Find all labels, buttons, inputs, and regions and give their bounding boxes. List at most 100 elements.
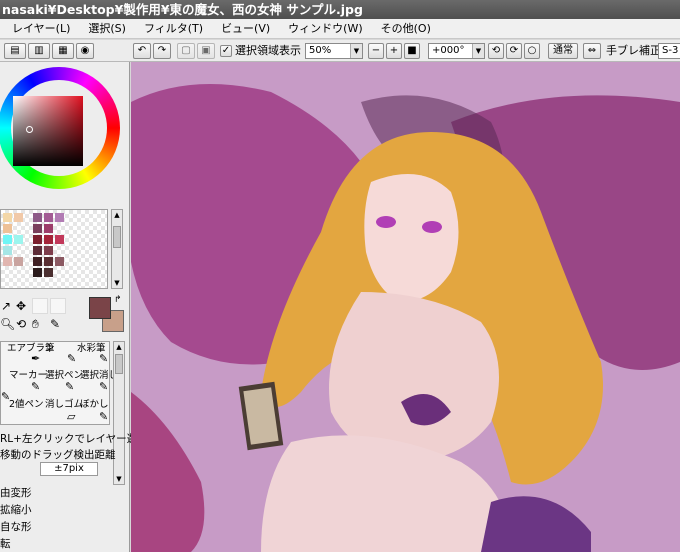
drag-distance-field[interactable]: ±7pix [40,462,98,476]
layout-icon: ▥ [34,45,44,56]
tool-brush[interactable]: 筆 [45,343,55,354]
select-tool-icon[interactable]: ↗ [1,299,11,313]
brush-tool-grid: エアブラシ 筆 水彩筆 ✒ ✎ ✎ マーカー 選択ペン 選択消し ✎ ✎ ✎ 2… [0,341,118,425]
flip-button[interactable]: ⇔ [583,43,601,59]
color-swatch[interactable] [14,213,23,222]
drag-distance-label: 移動のドラッグ検出距離 [0,449,116,461]
undo-icon: ↶ [137,45,147,56]
select-erase-icon: ✎ [99,380,109,393]
eyedropper-tool-icon[interactable]: ✎ [50,317,60,331]
saturation-value-square[interactable] [13,96,83,166]
color-swatch[interactable] [33,213,42,222]
selection-checkbox[interactable]: ✓ [220,45,232,57]
option-rotate[interactable]: 転 [0,536,11,551]
layer-select-hint: RL+左クリックでレイヤー選択 [0,433,148,445]
canvas[interactable] [131,62,680,552]
zoom-select[interactable]: 50% ▼ [305,43,363,59]
stabilizer-select[interactable]: S-3 [658,43,680,59]
color-swatch[interactable] [14,235,23,244]
rotate-left-button[interactable]: ⟲ [488,43,504,59]
rotate-right-button[interactable]: ⟳ [506,43,522,59]
skin-shape [261,435,511,552]
zoom-in-button[interactable]: + [386,43,402,59]
color-swatch[interactable] [3,213,12,222]
panel-layout-button-1[interactable]: ▤ [4,43,26,59]
redo-icon: ↷ [157,45,167,56]
color-swatch[interactable] [3,235,12,244]
panel-layout-button-4[interactable]: ◉ [76,43,94,59]
menu-layer[interactable]: レイヤー(L) [0,19,79,39]
move-tool-icon[interactable]: ✥ [16,299,26,313]
eraser-icon: ▱ [67,410,76,423]
rotate-tool-icon[interactable]: ⟲ [16,317,26,331]
eye-shape [422,221,442,233]
rotation-select[interactable]: +000° ▼ [428,43,485,59]
color-swatch[interactable] [44,224,53,233]
color-swatch[interactable] [14,257,23,266]
menu-filter[interactable]: フィルタ(T) [135,19,212,39]
color-swatch[interactable] [33,257,42,266]
option-free-shape[interactable]: 自な形 [0,519,32,534]
tool-scrollbar[interactable]: ▲ ▼ [113,341,125,485]
color-swatch[interactable] [3,257,12,266]
selection-checkbox-label: 選択領域表示 [235,44,301,57]
hand-tool-icon[interactable]: ✋︎ [32,317,39,332]
color-swatch[interactable] [55,213,64,222]
menu-view[interactable]: ビュー(V) [212,19,279,39]
swatch-palette [0,209,108,289]
empty-tool-slot [32,298,48,314]
color-swatch[interactable] [3,246,12,255]
rotate-reset-button[interactable]: ○ [524,43,540,59]
tool-blur[interactable]: ぼかし [80,399,109,410]
color-swatch[interactable] [3,224,12,233]
chevron-down-icon: ▼ [472,44,484,58]
color-swatch[interactable] [44,268,53,277]
deselect-button[interactable]: ▢ [177,43,195,59]
color-swatch[interactable] [44,235,53,244]
color-swatch[interactable] [44,213,53,222]
color-swatch[interactable] [33,246,42,255]
zoom-tool-icon[interactable]: 🔍︎ [0,317,15,331]
scroll-thumb[interactable] [115,354,123,374]
brush-icon: ✎ [67,352,77,365]
deselect-icon: ▢ [181,45,191,56]
color-swatch[interactable] [33,235,42,244]
color-swatch[interactable] [44,257,53,266]
blend-mode-button[interactable]: 通常 [548,43,578,59]
color-swatch[interactable] [33,224,42,233]
redo-button[interactable]: ↷ [153,43,171,59]
zoom-out-button[interactable]: − [368,43,384,59]
color-swatch[interactable] [44,246,53,255]
zoom-reset-button[interactable]: ■ [404,43,420,59]
blur-icon: ✎ [99,410,109,423]
scroll-up-icon: ▲ [114,211,120,219]
panel-layout-button-3[interactable]: ▦ [52,43,74,59]
rotation-value: +000° [432,45,465,56]
toolbar: ▤ ▥ ▦ ◉ ↶ ↷ ▢ ▣ ✓ 選択領域表示 50% ▼ − + ■ +000… [0,40,680,62]
undo-button[interactable]: ↶ [133,43,151,59]
color-swatch[interactable] [55,257,64,266]
option-free-transform[interactable]: 由変形 [0,485,32,500]
menu-select[interactable]: 選択(S) [79,19,135,39]
panel-layout-button-2[interactable]: ▥ [28,43,50,59]
select-pen-icon: ✎ [65,380,75,393]
layout-icon: ▤ [10,45,20,56]
option-scale[interactable]: 拡縮小 [0,502,32,517]
menu-window[interactable]: ウィンドウ(W) [279,19,371,39]
tool-binary-pen[interactable]: 2値ペン [9,399,44,410]
primary-color[interactable] [89,297,111,319]
stabilizer-label: 手ブレ補正 [606,44,661,57]
swap-colors-icon[interactable]: ↱ [114,295,122,305]
tool-marker[interactable]: マーカー [9,370,47,381]
blend-mode-label: 通常 [553,45,573,56]
color-swatch[interactable] [55,235,64,244]
swatch-scrollbar[interactable]: ▲ ▼ [111,209,123,289]
tool-select-pen[interactable]: 選択ペン [45,370,83,381]
empty-tool-slot [50,298,66,314]
window-title-bar: nasaki¥Desktop¥製作用¥東の魔女、西の女神 サンプル.jpg [0,0,680,19]
menu-other[interactable]: その他(O) [372,19,440,39]
color-swatch[interactable] [33,268,42,277]
tool-eraser[interactable]: 消しゴム [45,399,83,410]
scroll-thumb[interactable] [113,226,121,248]
invert-selection-button[interactable]: ▣ [197,43,215,59]
